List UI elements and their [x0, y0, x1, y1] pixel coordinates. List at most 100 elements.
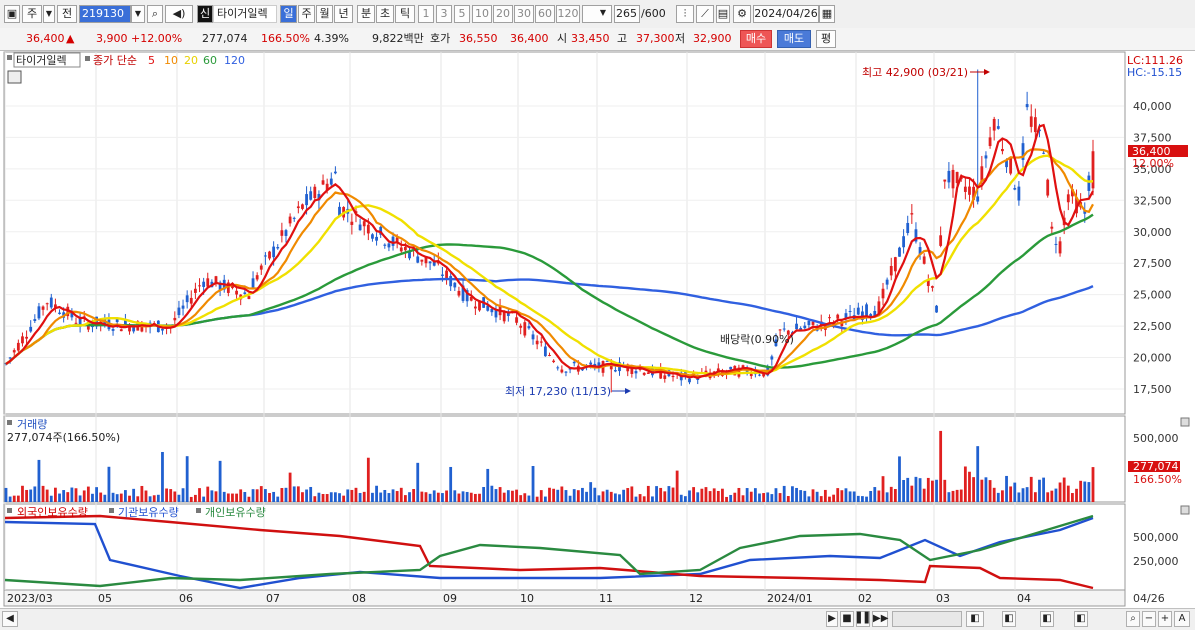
- period-tick[interactable]: 틱: [395, 5, 415, 23]
- price-tick-label: 32,500: [1133, 194, 1172, 207]
- calendar-icon[interactable]: ▦: [819, 5, 835, 23]
- period-minute[interactable]: 분: [357, 5, 375, 23]
- table-icon[interactable]: [7, 70, 22, 84]
- holdings-close-icon[interactable]: [1180, 505, 1190, 515]
- amount: 9,822백만: [372, 32, 424, 45]
- interval-20[interactable]: 20: [493, 5, 513, 23]
- prev-button[interactable]: 전: [57, 5, 77, 23]
- zoom-in-icon[interactable]: +: [1158, 611, 1172, 627]
- candle-body: [778, 329, 782, 331]
- candle-body: [782, 328, 786, 330]
- scroll-right-icon[interactable]: ▶: [826, 611, 838, 627]
- font-size-icon[interactable]: A: [1174, 611, 1190, 627]
- volume-bar: [688, 490, 691, 502]
- volume-bar: [4, 487, 8, 502]
- toggle-icon-4[interactable]: ◧: [1074, 611, 1088, 627]
- min-annotation: 최저 17,230 (11/13): [505, 385, 611, 398]
- volume-bar: [473, 493, 477, 502]
- volume-bar: [766, 492, 770, 502]
- volume-bar: [469, 492, 473, 502]
- count-input[interactable]: 265: [614, 5, 640, 23]
- interval-1[interactable]: 1: [418, 5, 434, 23]
- candle-body: [45, 303, 49, 305]
- volume-bar: [198, 488, 201, 502]
- sell-button[interactable]: 매도: [777, 30, 811, 48]
- scroll-left-icon[interactable]: ◀: [2, 611, 18, 627]
- interval-dropdown-icon[interactable]: ▼: [596, 5, 610, 23]
- buy-button[interactable]: 매수: [740, 30, 772, 48]
- volume-bar: [1062, 477, 1066, 502]
- candle-body: [996, 126, 1000, 129]
- toggle-icon-2[interactable]: ◧: [1002, 611, 1016, 627]
- volume-bar: [1075, 488, 1078, 502]
- candle-body: [490, 308, 494, 313]
- volume-close-icon[interactable]: [1180, 417, 1190, 427]
- volume-bar: [795, 487, 798, 502]
- price-tick-label: 40,000: [1133, 100, 1172, 113]
- volume-bar: [852, 491, 856, 502]
- toggle-icon-3[interactable]: ◧: [1040, 611, 1054, 627]
- individual-label: 개인보유수량: [205, 506, 266, 519]
- pause-icon[interactable]: ▌▌: [856, 611, 872, 627]
- save-icon[interactable]: ▤: [716, 5, 730, 23]
- foreign-label: 외국인보유수량: [17, 506, 88, 519]
- date-input[interactable]: 2024/04/26: [753, 5, 819, 23]
- draw-tool-icon[interactable]: ⟋: [696, 5, 714, 23]
- stock-code-input[interactable]: 219130: [79, 5, 131, 23]
- volume-bar: [255, 489, 259, 502]
- candle-body: [403, 246, 407, 251]
- candle-body: [284, 230, 288, 236]
- bottom-scrollbar[interactable]: ◀ ▶ ■ ▌▌ ▶▶ ◧ ◧ ◧ ◧ ⌕ − + A: [0, 608, 1195, 630]
- zoom-slider[interactable]: [892, 611, 962, 627]
- volume-bar: [107, 466, 111, 502]
- volume-bar: [626, 488, 630, 502]
- speaker-icon[interactable]: ◀): [165, 5, 193, 23]
- price-tick-label: 17,500: [1133, 383, 1172, 396]
- stop-icon[interactable]: ■: [840, 611, 854, 627]
- volume-bar: [1001, 490, 1004, 502]
- stock-chart[interactable]: 40,00037,50035,00032,50030,00027,50025,0…: [0, 51, 1195, 607]
- period-week[interactable]: 주: [298, 5, 315, 23]
- period-day[interactable]: 일: [280, 5, 297, 23]
- gear-icon[interactable]: ⚙: [733, 5, 751, 23]
- volume-bar: [441, 493, 444, 502]
- volume-current-pct: 166.50%: [1133, 473, 1182, 486]
- fast-forward-icon[interactable]: ▶▶: [872, 611, 888, 627]
- volume-bar: [819, 496, 823, 502]
- search-icon[interactable]: ⌕: [147, 5, 163, 23]
- interval-10[interactable]: 10: [472, 5, 492, 23]
- candle-icon[interactable]: ⫶: [676, 5, 694, 23]
- toggle-icon[interactable]: ◧: [966, 611, 984, 627]
- candle-body: [1013, 188, 1017, 190]
- candle-body: [383, 244, 387, 246]
- volume-bar: [251, 489, 255, 502]
- period-second[interactable]: 초: [376, 5, 394, 23]
- eval-button[interactable]: 평: [816, 30, 836, 48]
- volume-bar: [21, 485, 24, 502]
- period-month[interactable]: 월: [316, 5, 333, 23]
- interval-3[interactable]: 3: [436, 5, 452, 23]
- candle-body: [523, 322, 527, 336]
- candle-body: [1087, 175, 1091, 191]
- interval-120[interactable]: 120: [556, 5, 580, 23]
- volume-bar: [778, 493, 782, 502]
- x-axis-bar: [3, 589, 1126, 607]
- volume-bar: [885, 492, 889, 502]
- zoom-out-icon[interactable]: −: [1142, 611, 1156, 627]
- volume-bar: [980, 479, 984, 502]
- interval-60[interactable]: 60: [535, 5, 555, 23]
- volume-bar: [811, 489, 815, 502]
- candle-body: [539, 341, 543, 343]
- market-dropdown-icon[interactable]: ▼: [43, 5, 55, 23]
- volume-bar: [280, 488, 284, 502]
- candle-body: [889, 265, 893, 276]
- candle-body: [951, 169, 955, 189]
- panel-icon[interactable]: ▣: [4, 5, 20, 23]
- period-year[interactable]: 년: [334, 5, 353, 23]
- code-dropdown-icon[interactable]: ▼: [131, 5, 145, 23]
- volume-bar: [412, 489, 416, 502]
- zoom-search-icon[interactable]: ⌕: [1126, 611, 1140, 627]
- interval-30[interactable]: 30: [514, 5, 534, 23]
- market-select[interactable]: 주: [22, 5, 42, 23]
- interval-5[interactable]: 5: [454, 5, 470, 23]
